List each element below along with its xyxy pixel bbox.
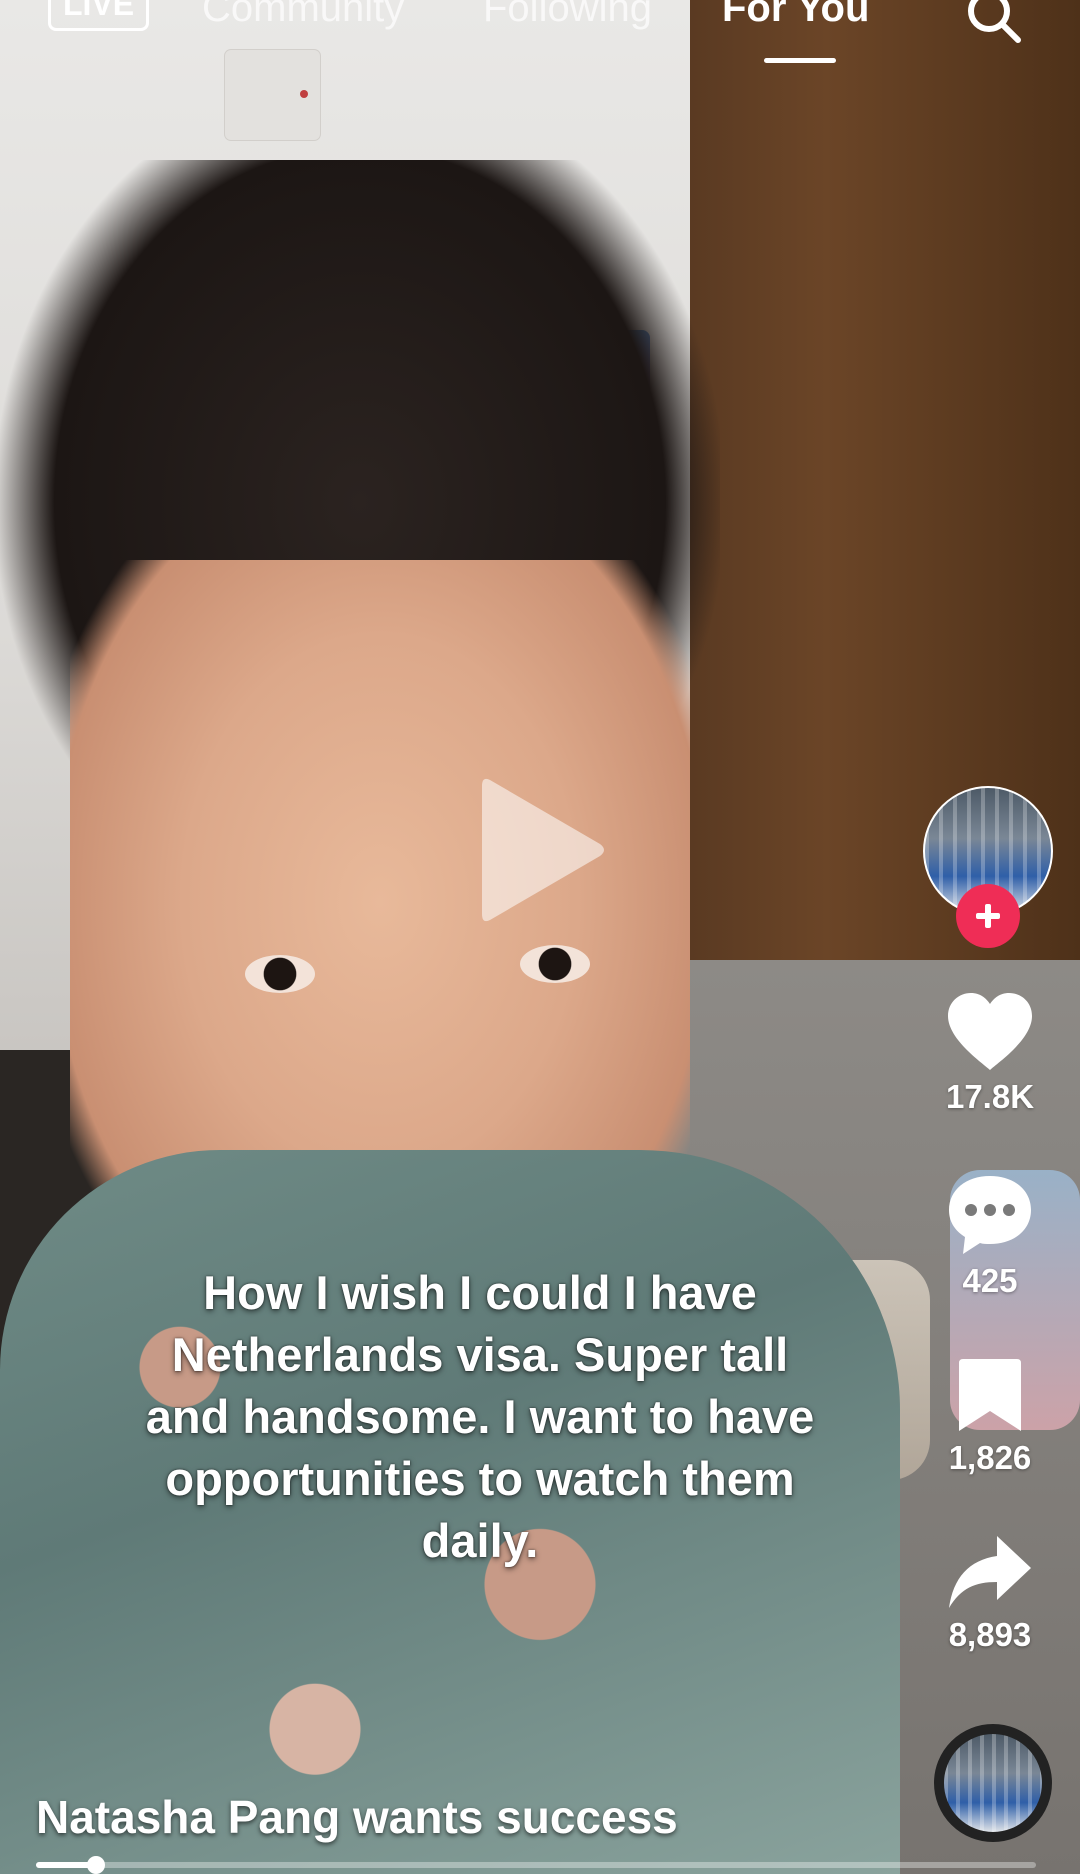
comment-button[interactable]: 425 bbox=[920, 1172, 1060, 1300]
follow-button[interactable] bbox=[956, 884, 1020, 948]
subject-left-eye bbox=[245, 955, 315, 993]
comment-icon bbox=[949, 1176, 1031, 1254]
tab-following[interactable]: Following bbox=[483, 0, 652, 30]
heart-icon bbox=[948, 993, 1032, 1070]
top-nav: LIVE Community Following For You bbox=[0, 0, 1080, 80]
like-button[interactable]: 17.8K bbox=[920, 990, 1060, 1116]
plus-icon bbox=[976, 904, 1000, 928]
live-button[interactable]: LIVE bbox=[48, 0, 150, 31]
wall-switch-light bbox=[300, 90, 308, 98]
video-player[interactable] bbox=[0, 0, 1080, 1874]
share-icon bbox=[949, 1536, 1031, 1608]
video-description[interactable]: Natasha Pang wants success bbox=[36, 1790, 678, 1844]
video-progress-bar[interactable] bbox=[36, 1856, 1036, 1874]
active-tab-indicator bbox=[764, 58, 836, 63]
bookmark-icon bbox=[959, 1359, 1021, 1431]
save-button[interactable]: 1,826 bbox=[920, 1355, 1060, 1477]
comment-count: 425 bbox=[962, 1262, 1018, 1299]
tab-community[interactable]: Community bbox=[202, 0, 404, 30]
share-button[interactable]: 8,893 bbox=[920, 1532, 1060, 1654]
play-icon[interactable] bbox=[478, 774, 608, 926]
subject-right-eye bbox=[520, 945, 590, 983]
action-rail: 17.8K 425 1,826 8,893 bbox=[920, 0, 1060, 1874]
save-count: 1,826 bbox=[948, 1439, 1032, 1476]
video-progress-knob[interactable] bbox=[87, 1856, 105, 1874]
video-overlay-text: How I wish I could I have Netherlands vi… bbox=[145, 1266, 815, 1567]
sound-disc[interactable] bbox=[934, 1724, 1052, 1842]
like-count: 17.8K bbox=[945, 1078, 1035, 1115]
share-count: 8,893 bbox=[948, 1616, 1032, 1653]
tab-for-you[interactable]: For You bbox=[722, 0, 869, 30]
